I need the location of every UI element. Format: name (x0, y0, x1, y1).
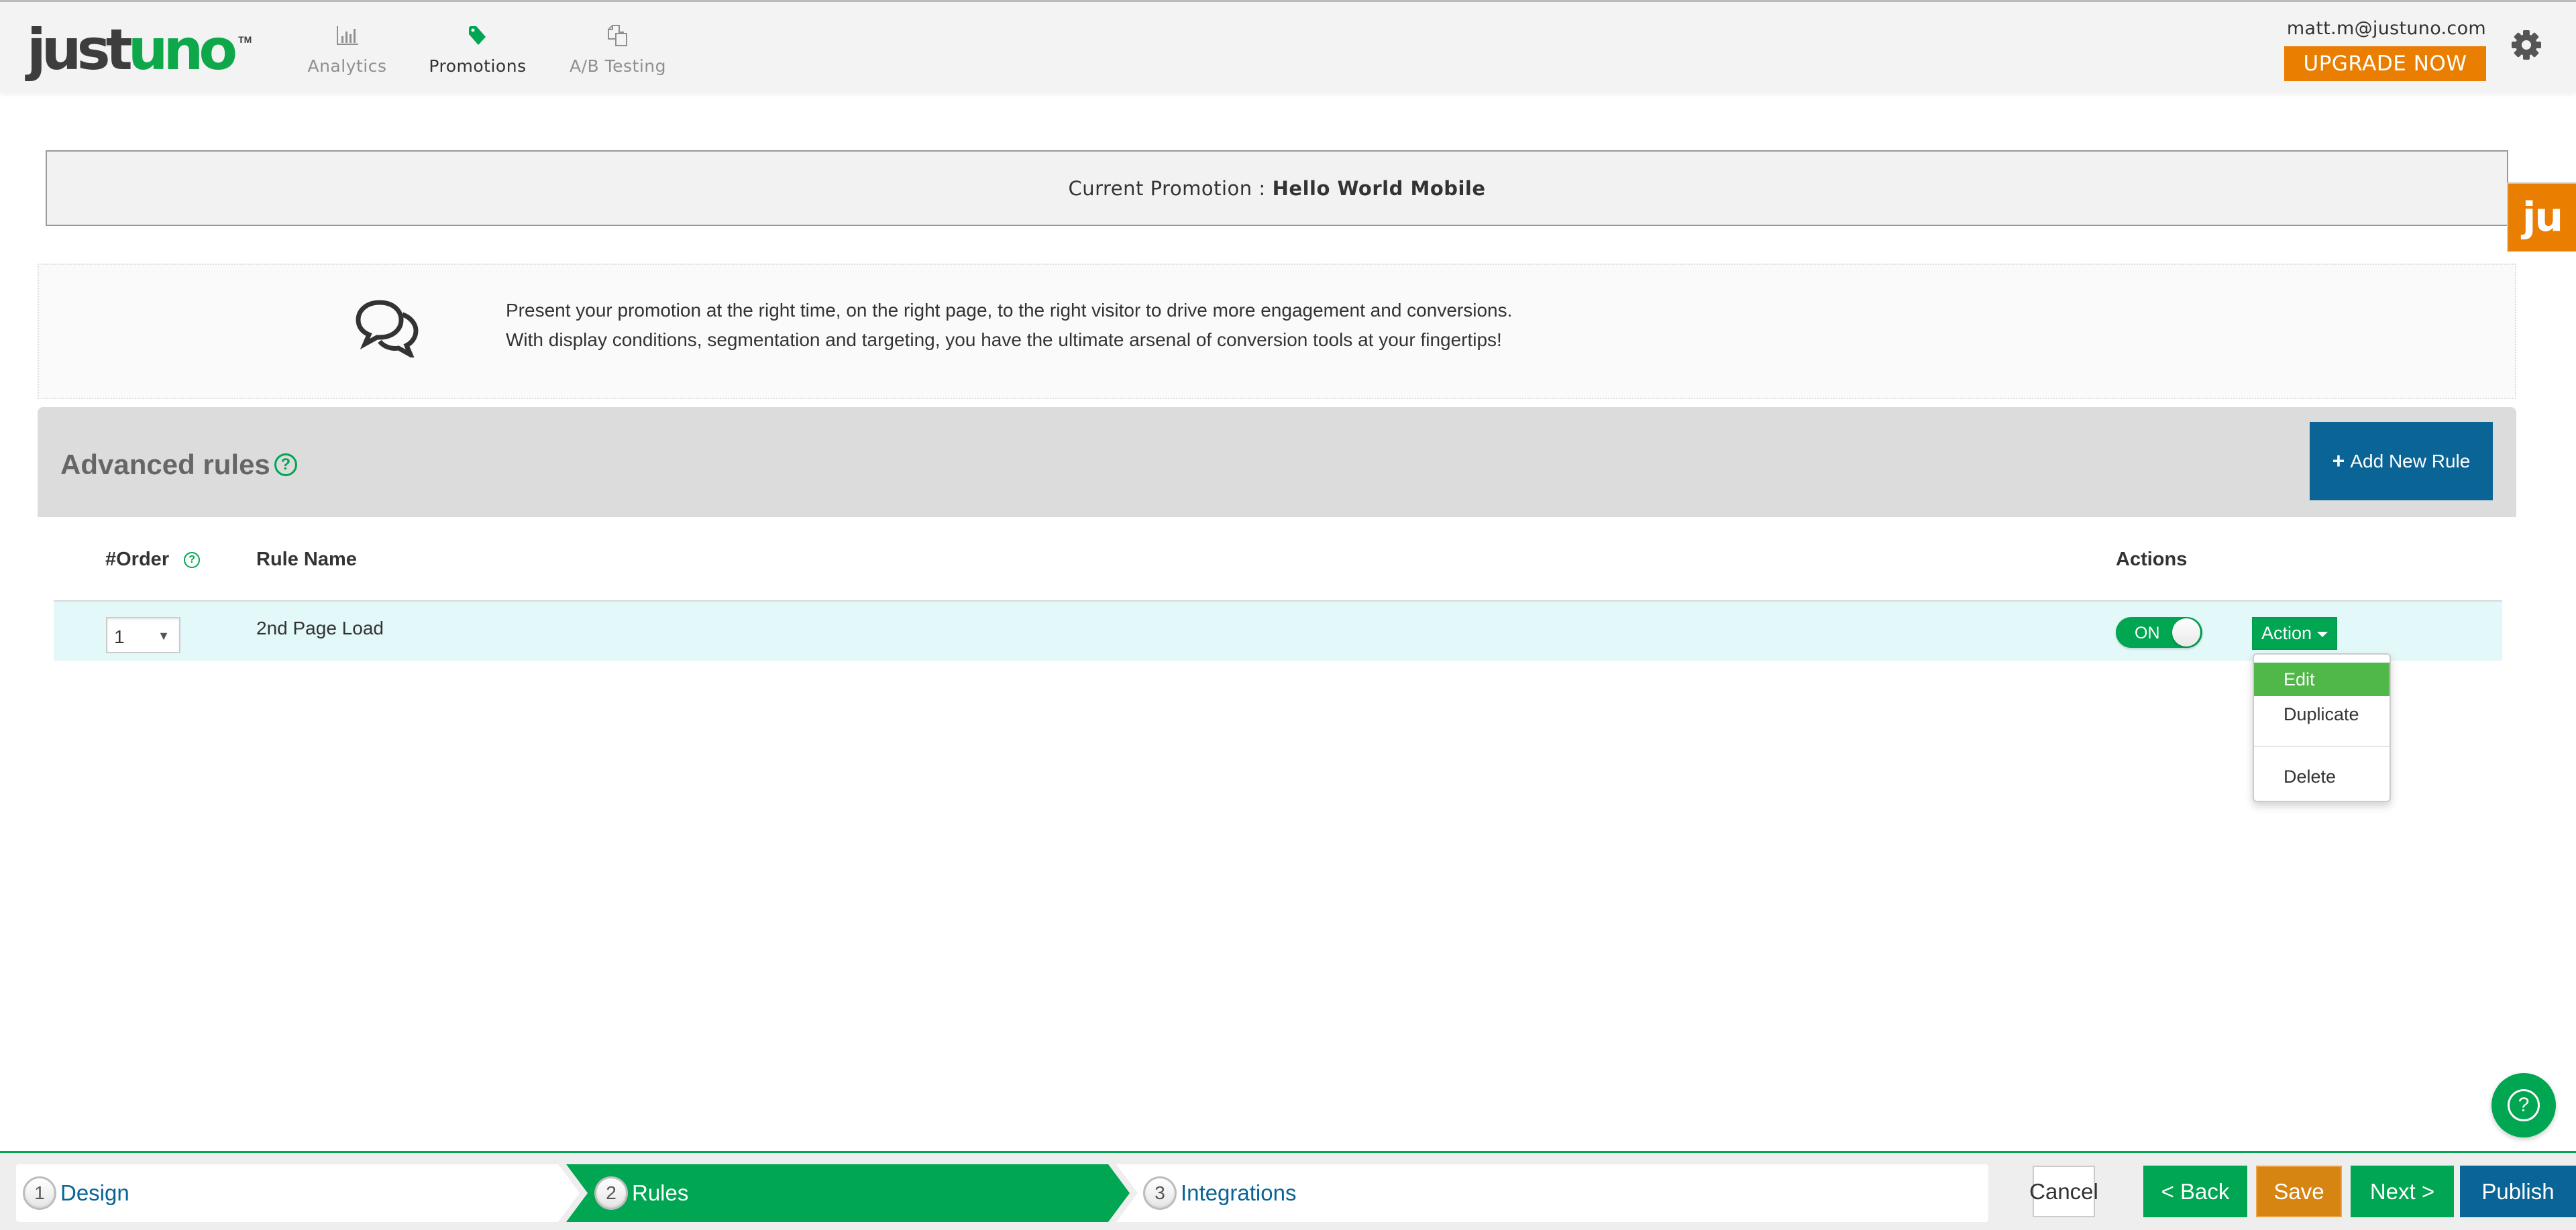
action-dropdown-button[interactable]: Action (2252, 617, 2337, 650)
current-promotion-label: Current Promotion : (1068, 176, 1266, 200)
column-header-actions: Actions (2116, 549, 2188, 570)
menu-divider (2254, 746, 2390, 747)
order-help-icon[interactable]: ? (184, 551, 201, 568)
nav-label-promotions: Promotions (429, 56, 527, 76)
add-new-rule-button[interactable]: + Add New Rule (2310, 422, 2493, 500)
rule-name: 2nd Page Load (256, 618, 384, 638)
current-promotion-name: Hello World Mobile (1272, 176, 1486, 200)
step-label: Integrations (1181, 1180, 1297, 1205)
caret-down-icon (2317, 632, 2328, 637)
copy-icon (604, 22, 631, 48)
back-button[interactable]: < Back (2143, 1166, 2247, 1217)
toggle-label: ON (2135, 624, 2160, 642)
info-line-1: Present your promotion at the right time… (506, 300, 1513, 321)
nav-item-ab-testing[interactable]: A/B Testing (561, 22, 675, 76)
step-design[interactable]: 1 Design (16, 1164, 580, 1222)
step-label: Rules (632, 1180, 689, 1205)
save-button[interactable]: Save (2256, 1166, 2342, 1217)
column-header-order-text: #Order (105, 549, 170, 570)
table-row: 1 ▼ 2nd Page Load ON Action (54, 602, 2502, 661)
tag-icon (464, 22, 491, 48)
justuno-side-tab[interactable]: ju (2507, 182, 2576, 252)
add-new-rule-label: Add New Rule (2350, 450, 2471, 471)
info-panel: Present your promotion at the right time… (38, 264, 2516, 399)
advanced-rules-title: Advanced rules ? (60, 449, 297, 481)
column-header-order: #Order ? (105, 549, 201, 571)
current-promotion-banner: Current Promotion : Hello World Mobile (46, 150, 2508, 226)
info-line-2: With display conditions, segmentation an… (506, 329, 1502, 350)
nav-label-analytics: Analytics (307, 56, 387, 76)
question-icon: ? (2508, 1089, 2540, 1121)
justuno-logo[interactable]: just uno TM (27, 19, 252, 80)
menu-item-duplicate[interactable]: Duplicate (2254, 697, 2390, 731)
order-select-value: 1 (114, 626, 125, 647)
nav-label-ab-testing: A/B Testing (569, 56, 666, 76)
help-button[interactable]: ? (2491, 1073, 2556, 1137)
logo-text-uno: uno (127, 17, 237, 82)
plus-icon: + (2332, 449, 2345, 473)
menu-item-delete[interactable]: Delete (2254, 760, 2390, 793)
cancel-button[interactable]: Cancel (2029, 1166, 2098, 1217)
wizard-steps: 1 Design 2 Rules 3 Integrations (16, 1164, 1988, 1222)
order-select[interactable]: 1 ▼ (106, 617, 180, 653)
advanced-rules-title-text: Advanced rules (60, 449, 270, 480)
help-icon[interactable]: ? (274, 453, 297, 476)
advanced-rules-header: Advanced rules ? + Add New Rule (38, 407, 2516, 517)
top-header: just uno TM Analytics Promotions A/B Tes… (0, 0, 2576, 93)
column-header-rule-name: Rule Name (256, 549, 357, 570)
toggle-knob (2172, 618, 2200, 647)
action-dropdown-menu: Edit Duplicate Delete (2253, 653, 2391, 802)
wizard-footer: 1 Design 2 Rules 3 Integrations Cancel <… (0, 1151, 2576, 1230)
chat-bubbles-icon (354, 297, 421, 361)
nav-item-promotions[interactable]: Promotions (421, 22, 534, 76)
rule-enabled-toggle[interactable]: ON (2116, 617, 2202, 648)
step-label: Design (60, 1180, 129, 1205)
step-number: 2 (594, 1176, 628, 1210)
step-integrations[interactable]: 3 Integrations (1116, 1164, 1988, 1222)
menu-item-edit[interactable]: Edit (2254, 663, 2390, 696)
next-button[interactable]: Next > (2351, 1166, 2454, 1217)
logo-trademark: TM (238, 34, 252, 45)
action-button-label: Action (2261, 623, 2312, 643)
publish-button[interactable]: Publish (2460, 1166, 2576, 1217)
step-number: 1 (23, 1176, 56, 1210)
gear-icon[interactable] (2509, 27, 2544, 62)
user-email: matt.m@justuno.com (2286, 18, 2486, 39)
bar-chart-icon (334, 22, 361, 48)
info-text: Present your promotion at the right time… (506, 296, 1512, 355)
caret-down-icon: ▼ (158, 629, 170, 642)
nav-item-analytics[interactable]: Analytics (302, 22, 392, 76)
upgrade-now-button[interactable]: UPGRADE NOW (2284, 46, 2486, 81)
step-rules[interactable]: 2 Rules (566, 1164, 1130, 1222)
logo-text-just: just (27, 17, 133, 82)
step-number: 3 (1143, 1176, 1177, 1210)
